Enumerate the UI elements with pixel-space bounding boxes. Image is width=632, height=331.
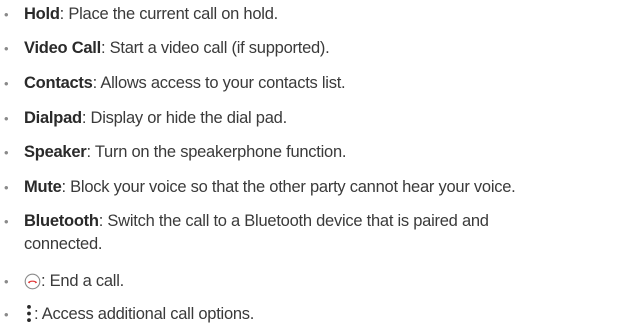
- item-description: : Place the current call on hold.: [59, 5, 279, 23]
- more-options-icon: [27, 304, 31, 323]
- item-description: : Allows access to your contacts list.: [92, 74, 346, 92]
- item-description: : End a call.: [41, 272, 124, 290]
- bullet: •: [4, 41, 9, 56]
- bullet: •: [4, 145, 9, 160]
- item-description: : Start a video call (if supported).: [100, 39, 330, 57]
- bullet: •: [4, 214, 9, 229]
- item-term: Speaker: [24, 143, 87, 161]
- bullet: •: [4, 111, 9, 126]
- bullet: •: [4, 307, 9, 322]
- item-description: : Switch the call to a Bluetooth device …: [98, 212, 489, 230]
- item-description: : Block your voice so that the other par…: [61, 178, 516, 196]
- item-description-continued: connected.: [24, 235, 103, 253]
- bullet: •: [4, 76, 9, 91]
- item-term: Hold: [24, 5, 60, 23]
- item-description: : Access additional call options.: [34, 305, 255, 323]
- bullet: •: [4, 180, 9, 195]
- bullet: •: [4, 7, 9, 22]
- item-description: : Turn on the speakerphone function.: [86, 143, 347, 161]
- bullet: •: [4, 274, 9, 289]
- item-term: Bluetooth: [24, 212, 99, 230]
- item-term: Contacts: [24, 74, 93, 92]
- item-term: Dialpad: [24, 109, 82, 127]
- item-description: : Display or hide the dial pad.: [81, 109, 287, 127]
- item-term: Video Call: [24, 39, 101, 57]
- end-call-icon: [24, 273, 41, 290]
- item-term: Mute: [24, 178, 62, 196]
